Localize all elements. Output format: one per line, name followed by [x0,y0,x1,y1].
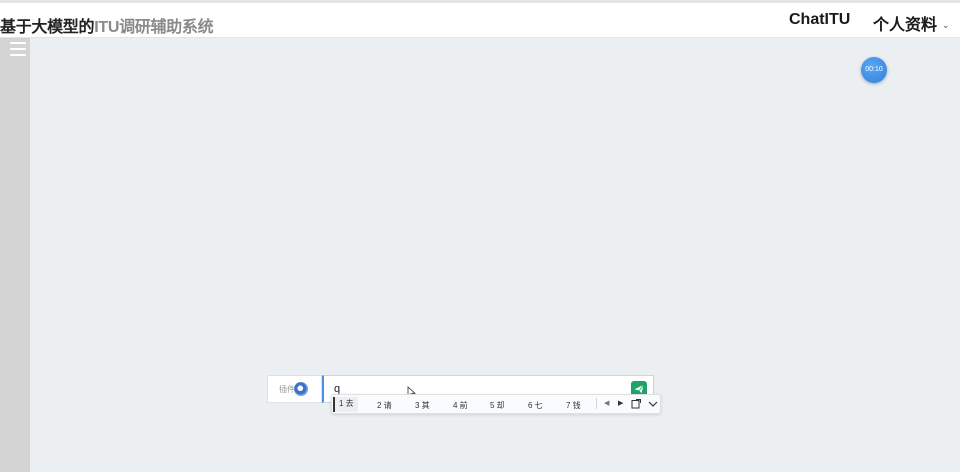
hamburger-menu-icon[interactable] [10,42,26,56]
clipboard-icon[interactable] [631,399,641,409]
header-bar: 基于大模型的ITU调研辅助系统 ChatITU 个人资料 ⌄ [0,3,960,38]
ime-candidate[interactable]: 7 钱 [566,400,581,411]
chevron-down-icon: ⌄ [942,20,950,31]
nav-profile-label: 个人资料 [873,17,938,34]
plugin-label: 插件 [279,385,295,394]
chevron-down-icon[interactable] [648,400,658,408]
ime-candidate-bar: 1 去 2 请 3 其 4 前 5 却 6 七 7 钱 ◀ ▶ [331,394,661,414]
next-page-icon[interactable]: ▶ [618,399,623,407]
itu-logo-icon [294,382,308,396]
ime-divider [596,398,597,409]
prev-page-icon[interactable]: ◀ [604,399,609,407]
title-main: 基于大模型的 [0,19,95,36]
ime-candidate[interactable]: 4 前 [453,400,468,411]
ime-candidate[interactable]: 1 去 [333,397,358,412]
nav-profile-menu[interactable]: 个人资料 ⌄ [873,11,950,35]
ime-candidate[interactable]: 6 七 [528,400,543,411]
timer-badge[interactable]: 00:10 [861,57,887,83]
nav-chatitu[interactable]: ChatITU [789,11,850,29]
ime-candidate[interactable]: 5 却 [490,400,505,411]
ime-candidate[interactable]: 3 其 [415,400,430,411]
title-rest: ITU调研辅助系统 [94,19,214,36]
sidebar [0,38,30,472]
ime-candidate[interactable]: 2 请 [377,400,392,411]
page-title: 基于大模型的ITU调研辅助系统 [0,13,214,37]
